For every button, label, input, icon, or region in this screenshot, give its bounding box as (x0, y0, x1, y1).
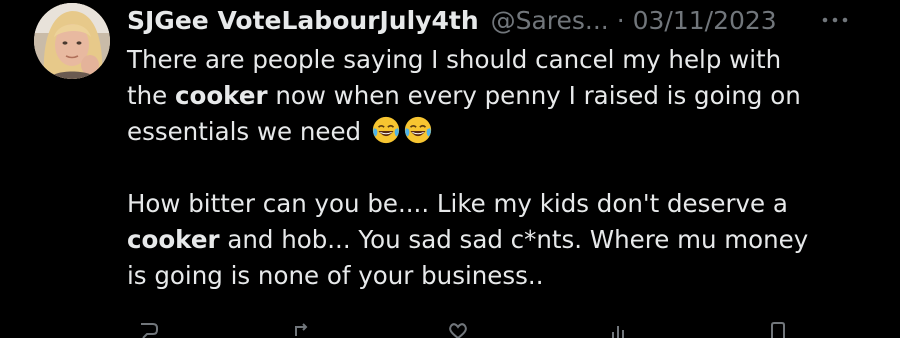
laughing-tears-emoji (404, 116, 432, 144)
tweet-line: is going is none of your business.. (127, 258, 887, 294)
tweet-line: cooker and hob... You sad sad c*nts. Whe… (127, 222, 887, 258)
tweet-header: SJGee VoteLabourJuly4th @Sares... · 03/1… (127, 4, 887, 38)
tweet-date[interactable]: 03/11/2023 (633, 6, 777, 35)
tweet-text: is going is none of your business.. (127, 261, 544, 290)
separator-dot: · (616, 6, 625, 35)
tweet-line: There are people saying I should cancel … (127, 42, 887, 78)
author-name[interactable]: SJGee VoteLabourJuly4th (127, 6, 479, 35)
highlighted-keyword: cooker (175, 81, 268, 110)
author-handle[interactable]: @Sares... (491, 6, 609, 35)
tweet-actions (127, 322, 887, 338)
tweet-line: How bitter can you be.... Like my kids d… (127, 186, 887, 222)
tweet-text: and hob... You sad sad c*nts. Where mu m… (219, 225, 809, 254)
reply-icon[interactable] (137, 322, 159, 338)
more-options-button[interactable] (815, 6, 855, 34)
tweet-text: There are people saying I should cancel … (127, 45, 782, 74)
bookmark-icon[interactable] (767, 322, 789, 338)
tweet-line: essentials we need (127, 114, 887, 150)
views-icon[interactable] (607, 322, 629, 338)
avatar-photo (34, 3, 110, 79)
tweet-text: How bitter can you be.... Like my kids d… (127, 189, 788, 218)
retweet-icon[interactable] (292, 322, 314, 338)
more-horizontal-icon (822, 17, 848, 23)
tweet-line: the cooker now when every penny I raised… (127, 78, 887, 114)
avatar[interactable] (34, 3, 110, 79)
tweet-text: essentials we need (127, 117, 369, 146)
highlighted-keyword: cooker (127, 225, 220, 254)
tweet-body: There are people saying I should cancel … (127, 42, 887, 294)
tweet-text: now when every penny I raised is going o… (267, 81, 801, 110)
tweet[interactable]: SJGee VoteLabourJuly4th @Sares... · 03/1… (0, 0, 900, 338)
laughing-tears-emoji (372, 116, 400, 144)
like-icon[interactable] (447, 322, 469, 338)
tweet-text: the (127, 81, 175, 110)
